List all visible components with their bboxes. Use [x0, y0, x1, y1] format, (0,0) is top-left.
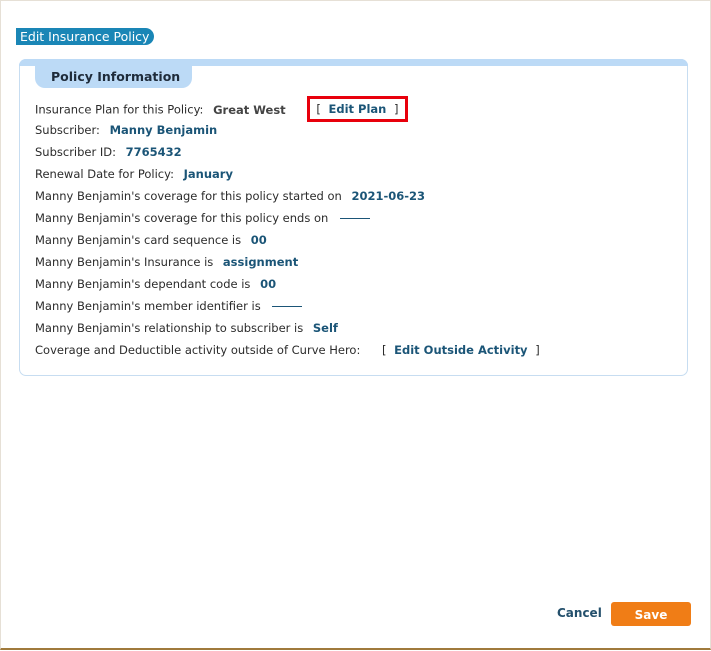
outside-activity-label: Coverage and Deductible activity outside…	[35, 343, 361, 357]
insurance-type-value: assignment	[222, 255, 299, 269]
card-sequence-value: 00	[250, 233, 267, 247]
member-identifier-empty-value	[272, 306, 303, 307]
edit-outside-activity-link[interactable]: Edit Outside Activity	[394, 343, 527, 357]
dependant-code-value: 00	[260, 277, 277, 291]
dependant-code-label: Manny Benjamin's dependant code is	[35, 277, 251, 291]
row-outside-activity: Coverage and Deductible activity outside…	[35, 339, 540, 361]
plan-value: Great West	[213, 102, 286, 117]
edit-plan-link[interactable]: Edit Plan	[329, 102, 387, 116]
subscriber-label: Subscriber:	[35, 123, 100, 137]
row-relationship: Manny Benjamin's relationship to subscri…	[35, 317, 540, 339]
panel-tab-title: Policy Information	[35, 66, 192, 88]
insurance-type-label: Manny Benjamin's Insurance is	[35, 255, 214, 269]
bracket-close: ]	[394, 102, 399, 116]
dialog-window: Edit Insurance Policy Policy Information…	[0, 0, 711, 650]
row-subscriber: Subscriber: Manny Benjamin	[35, 119, 540, 141]
row-card-sequence: Manny Benjamin's card sequence is 00	[35, 229, 540, 251]
renewal-label: Renewal Date for Policy:	[35, 167, 174, 181]
bracket-close-outside: ]	[535, 343, 540, 357]
row-subscriber-id: Subscriber ID: 7765432	[35, 141, 540, 163]
policy-information-panel: Policy Information Insurance Plan for th…	[19, 59, 688, 376]
member-identifier-label: Manny Benjamin's member identifier is	[35, 299, 261, 313]
row-member-identifier: Manny Benjamin's member identifier is	[35, 295, 540, 317]
subscriber-value: Manny Benjamin	[109, 123, 218, 137]
dialog-title: Edit Insurance Policy	[16, 28, 155, 45]
row-renewal-date: Renewal Date for Policy: January	[35, 163, 540, 185]
coverage-start-value: 2021-06-23	[351, 189, 426, 203]
row-insurance-plan: Insurance Plan for this Policy: Great We…	[35, 96, 540, 122]
coverage-end-empty-value	[339, 218, 370, 219]
renewal-value: January	[183, 167, 233, 181]
coverage-start-label: Manny Benjamin's coverage for this polic…	[35, 189, 342, 203]
bracket-open-outside: [	[382, 343, 387, 357]
edit-outside-wrap: [ Edit Outside Activity ]	[382, 343, 540, 357]
relationship-value: Self	[312, 321, 338, 335]
row-coverage-start: Manny Benjamin's coverage for this polic…	[35, 185, 540, 207]
relationship-label: Manny Benjamin's relationship to subscri…	[35, 321, 304, 335]
coverage-end-label: Manny Benjamin's coverage for this polic…	[35, 211, 329, 225]
cancel-button[interactable]: Cancel	[557, 606, 602, 620]
edit-plan-highlight: [ Edit Plan ]	[307, 96, 408, 122]
panel-top-bar	[19, 59, 688, 66]
bracket-open: [	[316, 102, 321, 116]
row-coverage-end: Manny Benjamin's coverage for this polic…	[35, 207, 540, 229]
save-policy-button[interactable]: Save Policy	[611, 602, 691, 646]
policy-fields: Insurance Plan for this Policy: Great We…	[35, 96, 540, 361]
row-dependant-code: Manny Benjamin's dependant code is 00	[35, 273, 540, 295]
row-insurance-type: Manny Benjamin's Insurance is assignment	[35, 251, 540, 273]
card-sequence-label: Manny Benjamin's card sequence is	[35, 233, 242, 247]
plan-label: Insurance Plan for this Policy:	[35, 102, 204, 117]
subscriber-id-label: Subscriber ID:	[35, 145, 117, 159]
subscriber-id-value: 7765432	[125, 145, 182, 159]
